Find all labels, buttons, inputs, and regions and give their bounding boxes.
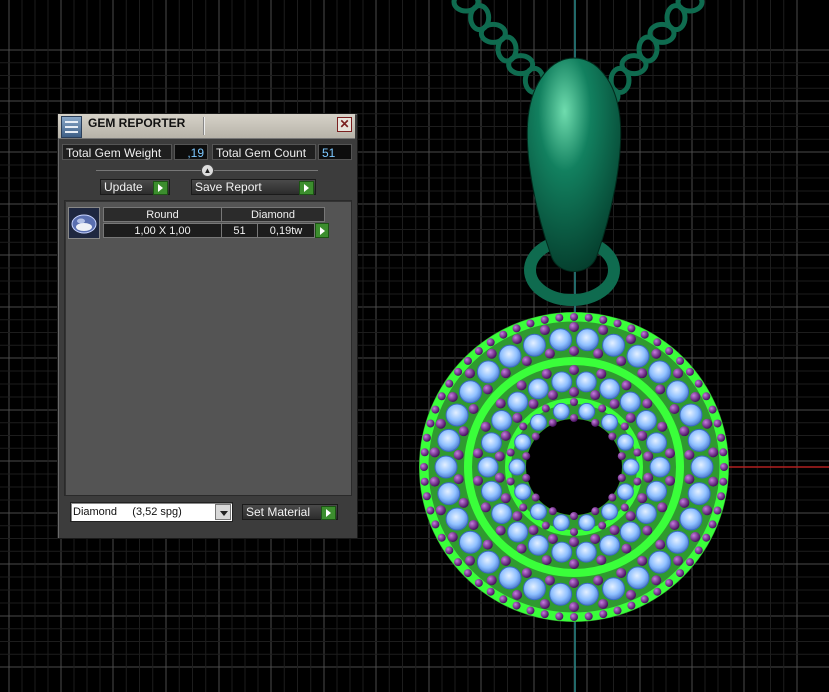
total-gem-count-value: 51 [318,144,352,160]
chevron-down-icon[interactable] [215,504,231,520]
play-arrow-icon [321,506,336,520]
update-button-label: Update [104,180,143,194]
gem-list: Round Diamond 1,00 X 1,00 51 0,19tw [64,200,352,496]
save-report-button-label: Save Report [195,180,262,194]
gem-reporter-window: GEM REPORTER ✕ Total Gem Weight ,19 Tota… [57,113,358,539]
gem-reporter-app-icon [61,116,82,138]
title-separator [203,117,204,135]
close-icon[interactable]: ✕ [337,117,352,132]
round-gem-icon[interactable] [68,207,100,239]
column-header-shape: Round [103,207,222,222]
material-select[interactable]: Diamond (3,52 spg) [70,502,233,522]
column-header-material: Diamond [221,207,325,222]
collapse-icon[interactable]: ▲ [201,164,214,177]
total-gem-weight-label: Total Gem Weight [62,144,172,160]
play-arrow-icon [299,181,314,195]
play-arrow-icon[interactable] [315,223,329,238]
gem-size-cell: 1,00 X 1,00 [103,223,222,238]
play-arrow-icon [153,181,168,195]
set-material-button-label: Set Material [246,505,311,519]
save-report-button[interactable]: Save Report [191,179,316,195]
total-gem-weight-value: ,19 [174,144,208,160]
bail [526,57,622,272]
gem-weight-cell: 0,19tw [257,223,315,238]
window-title: GEM REPORTER [88,116,186,130]
material-select-value: Diamond (3,52 spg) [73,506,182,518]
total-gem-count-label: Total Gem Count [212,144,316,160]
gem-count-cell: 51 [221,223,258,238]
update-button[interactable]: Update [100,179,170,195]
title-bar[interactable]: GEM REPORTER ✕ [58,114,355,139]
set-material-button[interactable]: Set Material [242,504,338,520]
